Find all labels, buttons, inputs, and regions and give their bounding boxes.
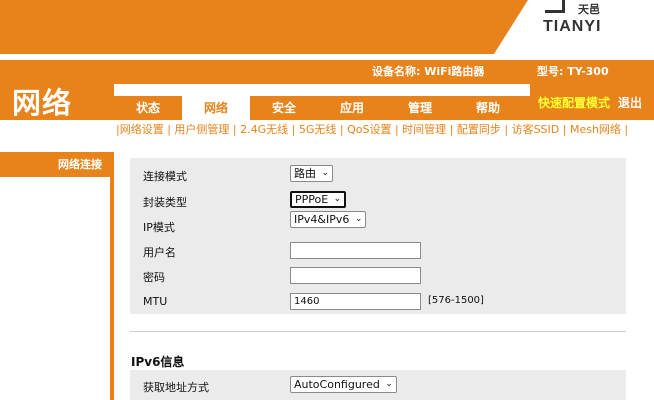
encap-type-label: 封装类型 <box>143 196 187 209</box>
username-label: 用户名 <box>143 246 176 259</box>
subnav-24g-wireless[interactable]: 2.4G无线 <box>240 123 288 136</box>
form-panel <box>130 158 626 314</box>
tab-network[interactable]: 网络 <box>182 96 250 120</box>
subnav-5g-wireless[interactable]: 5G无线 <box>299 123 337 136</box>
addr-method-value: AutoConfigured <box>294 378 380 391</box>
logo-diagonal <box>494 0 528 54</box>
ip-mode-select[interactable]: IPv4&IPv6 ⌄ <box>290 211 367 228</box>
connection-mode-select[interactable]: 路由 ⌄ <box>290 165 333 182</box>
tab-application[interactable]: 应用 <box>318 96 386 118</box>
tab-management[interactable]: 管理 <box>386 96 454 118</box>
section-divider <box>130 331 626 332</box>
brand-en: TIANYI <box>543 18 602 35</box>
tab-help[interactable]: 帮助 <box>454 96 522 118</box>
quick-config-link[interactable]: 快速配置模式 <box>538 94 610 111</box>
brand-cn: 天邑 <box>578 3 600 16</box>
addr-method-select[interactable]: AutoConfigured ⌄ <box>290 376 397 393</box>
device-name: 设备名称: WiFi路由器 <box>372 65 485 78</box>
page-title: 网络 <box>12 86 73 120</box>
subnav-mesh[interactable]: Mesh网络 <box>570 123 621 136</box>
password-label: 密码 <box>143 271 165 284</box>
tabs-bar <box>114 84 530 96</box>
device-model: 型号: TY-300 <box>537 65 609 78</box>
tianyi-logo-icon <box>545 0 565 13</box>
mtu-label: MTU <box>143 295 168 308</box>
mtu-range-hint: [576-1500] <box>428 295 484 306</box>
tab-status[interactable]: 状态 <box>114 96 182 118</box>
subnav: |网络设置 | 用户侧管理 | 2.4G无线 | 5G无线 | QoS设置 | … <box>116 123 629 136</box>
subnav-qos[interactable]: QoS设置 <box>347 123 391 136</box>
subnav-config-sync[interactable]: 配置同步 <box>457 123 501 136</box>
username-input[interactable] <box>290 242 421 259</box>
sidebar-item-network-connection[interactable]: 网络连接 <box>0 152 110 177</box>
chevron-down-icon: ⌄ <box>321 168 329 178</box>
subnav-time[interactable]: 时间管理 <box>402 123 446 136</box>
mtu-input[interactable]: 1460 <box>290 293 421 310</box>
tab-security[interactable]: 安全 <box>250 96 318 118</box>
connection-mode-value: 路由 <box>294 167 316 180</box>
addr-method-label: 获取地址方式 <box>143 381 209 394</box>
subnav-network-settings[interactable]: 网络设置 <box>120 123 164 136</box>
chevron-down-icon: ⌄ <box>333 194 342 204</box>
chevron-down-icon: ⌄ <box>354 214 363 224</box>
ip-mode-label: IP模式 <box>143 221 175 234</box>
ipv6-section-title: IPv6信息 <box>131 355 185 369</box>
connection-mode-label: 连接模式 <box>143 170 187 183</box>
subnav-guest-ssid[interactable]: 访客SSID <box>512 123 560 136</box>
encap-type-select[interactable]: PPPoE ⌄ <box>290 191 347 208</box>
sidebar <box>0 152 114 400</box>
encap-type-value: PPPoE <box>295 193 329 206</box>
subnav-user-side[interactable]: 用户侧管理 <box>174 123 229 136</box>
logout-link[interactable]: 退出 <box>618 94 642 111</box>
router-admin-page: 天邑 TIANYI 网络 设备名称: WiFi路由器 型号: TY-300 状态… <box>0 0 654 400</box>
ip-mode-value: IPv4&IPv6 <box>294 213 350 226</box>
chevron-down-icon: ⌄ <box>385 379 393 389</box>
password-input[interactable] <box>290 267 421 284</box>
